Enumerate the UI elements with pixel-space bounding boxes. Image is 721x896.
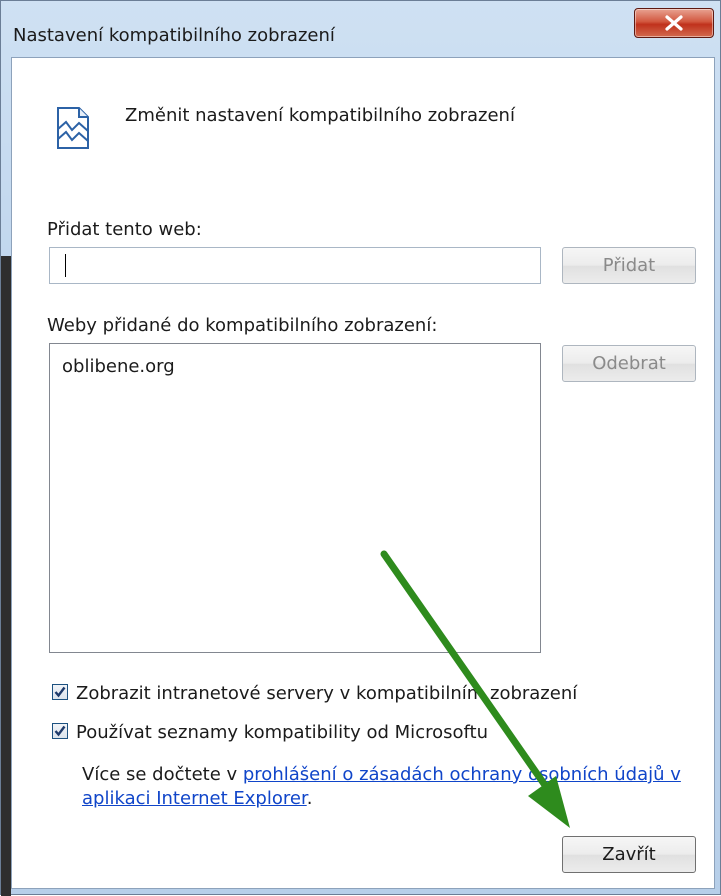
background-edge <box>1 256 11 896</box>
window-title: Nastavení kompatibilního zobrazení <box>13 25 335 46</box>
close-icon <box>665 15 683 31</box>
checkmark-icon <box>54 686 66 698</box>
remove-button[interactable]: Odebrat <box>562 345 696 382</box>
intranet-label: Zobrazit intranetové servery v kompatibi… <box>76 683 578 704</box>
sites-listbox[interactable]: oblibene.org <box>49 343 541 653</box>
add-site-input[interactable] <box>49 247 541 284</box>
window-close-button[interactable] <box>634 8 714 38</box>
close-button[interactable]: Zavřít <box>562 836 696 873</box>
title-bar[interactable]: Nastavení kompatibilního zobrazení <box>1 1 721 47</box>
info-suffix: . <box>306 788 313 809</box>
dialog-content: Změnit nastavení kompatibilního zobrazen… <box>11 57 715 889</box>
sites-list-label: Weby přidané do kompatibilního zobrazení… <box>47 315 438 336</box>
checkmark-icon <box>54 725 66 737</box>
ms-lists-label: Používat seznamy kompatibility od Micros… <box>76 722 488 743</box>
header-text: Změnit nastavení kompatibilního zobrazen… <box>125 105 515 126</box>
intranet-checkbox[interactable] <box>52 684 68 700</box>
info-prefix: Více se dočtete v <box>82 764 243 785</box>
dialog-window: Nastavení kompatibilního zobrazení Změni… <box>0 0 721 896</box>
text-caret <box>65 254 66 277</box>
broken-page-icon <box>57 107 89 149</box>
list-item[interactable]: oblibene.org <box>62 356 175 377</box>
privacy-info: Více se dočtete v prohlášení o zásadách … <box>82 763 682 811</box>
add-button[interactable]: Přidat <box>562 247 696 284</box>
ms-lists-checkbox[interactable] <box>52 723 68 739</box>
add-site-label: Přidat tento web: <box>47 219 202 240</box>
